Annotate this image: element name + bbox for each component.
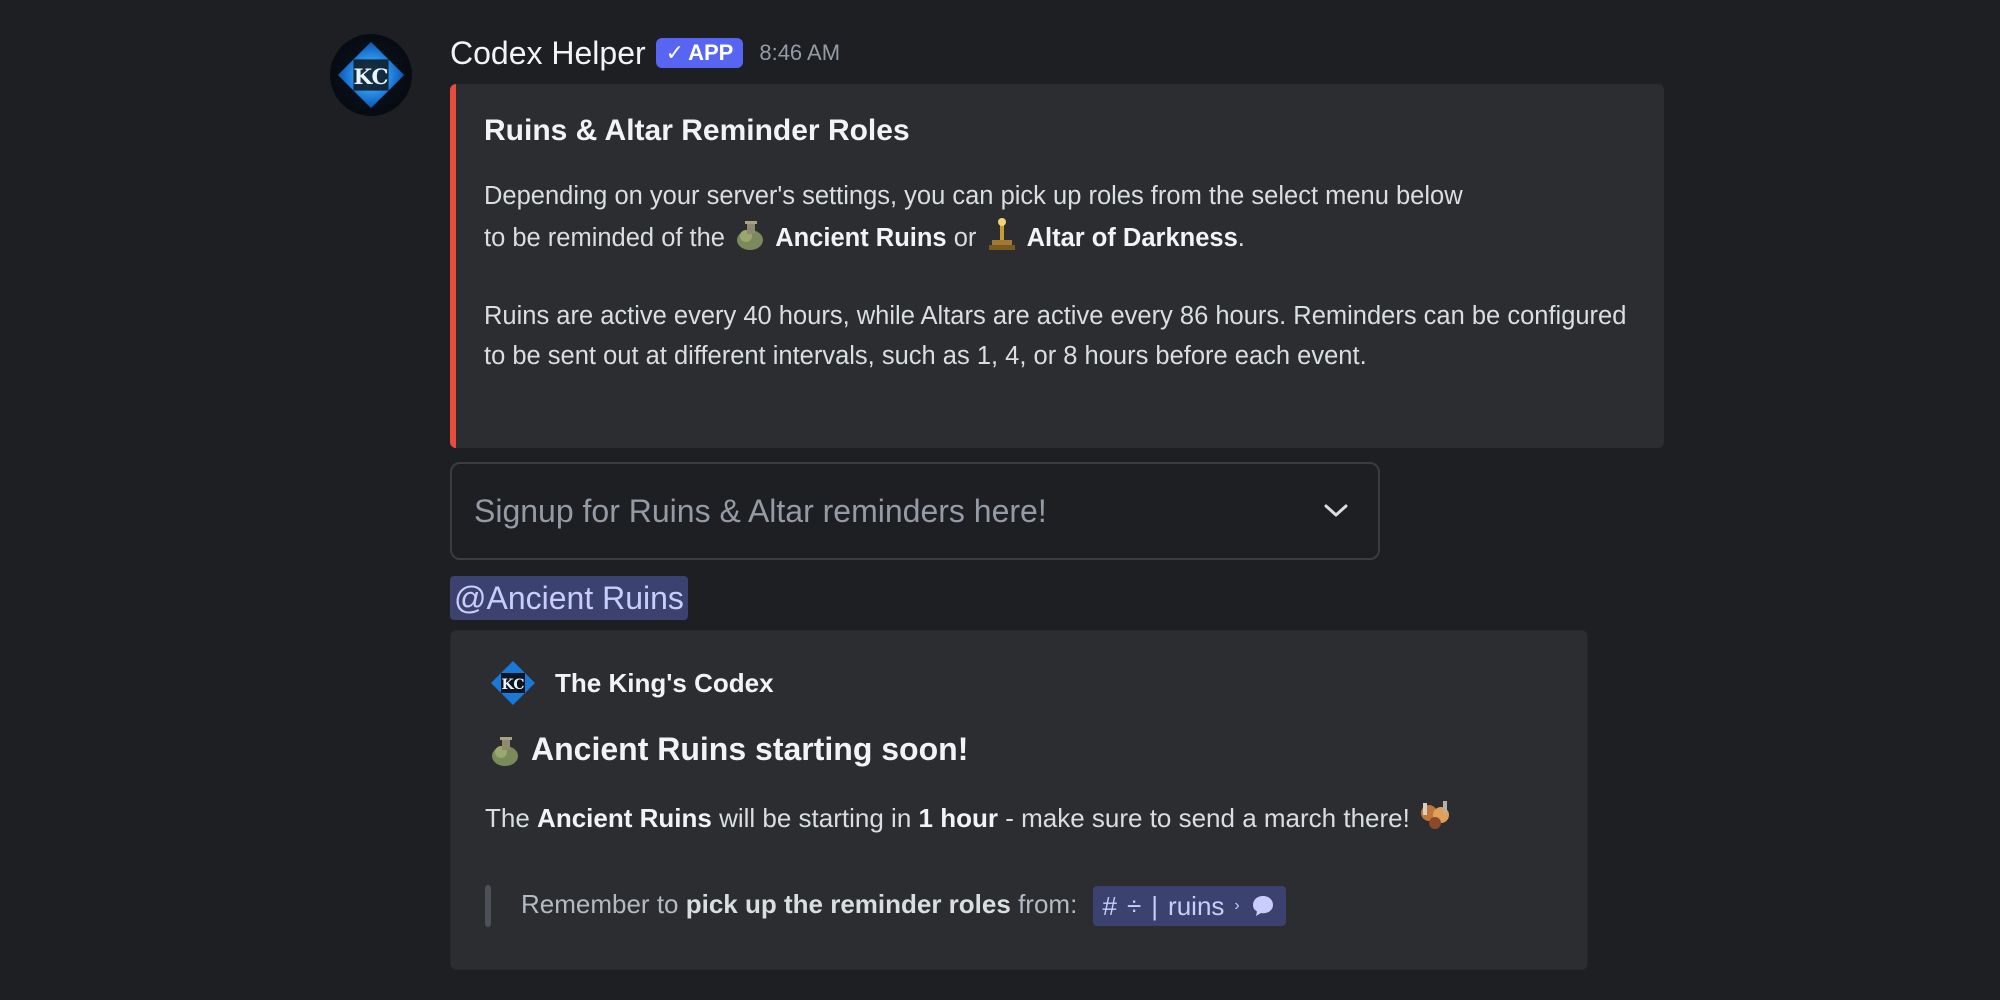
quote-bar bbox=[485, 885, 491, 927]
svg-text:KC: KC bbox=[502, 677, 525, 693]
embed-title: Ruins & Altar Reminder Roles bbox=[484, 114, 910, 147]
embed-description: Depending on your server's settings, you… bbox=[484, 176, 1634, 376]
embed-event-title: Ancient Ruins starting soon! bbox=[531, 731, 969, 767]
chevron-down-icon bbox=[1316, 491, 1356, 531]
altar-of-darkness-emoji-icon bbox=[988, 218, 1015, 250]
kc-diamond-logo-icon: KC bbox=[491, 661, 535, 705]
embed-author: KC The King's Codex bbox=[489, 659, 774, 707]
app-badge: ✓ APP bbox=[655, 38, 744, 68]
channel-link-ruins[interactable]: # ÷ | ruins › bbox=[1092, 886, 1286, 926]
discord-message-view: KC Codex Helper ✓ APP 8:46 AM Ruins & Al… bbox=[0, 0, 2000, 1000]
embed-or-text: or bbox=[953, 224, 977, 252]
channel-name: ruins bbox=[1168, 890, 1225, 921]
thread-bubble-icon bbox=[1252, 896, 1273, 916]
channel-divider-emoji: ÷ bbox=[1127, 890, 1142, 921]
channel-hash-icon: # bbox=[1102, 890, 1117, 921]
app-badge-label: APP bbox=[688, 40, 734, 65]
kc-diamond-logo-icon: KC bbox=[337, 41, 405, 109]
author-username[interactable]: Codex Helper bbox=[450, 35, 646, 72]
message-timestamp[interactable]: 8:46 AM bbox=[759, 40, 840, 66]
desc-mid: will be starting in bbox=[719, 803, 912, 833]
embed-period: . bbox=[1237, 224, 1245, 252]
ancient-ruins-emoji-icon bbox=[737, 221, 764, 250]
embed-desc-reminded-text: to be reminded of the bbox=[484, 224, 725, 252]
embed-desc-paragraph2: Ruins are active every 40 hours, while A… bbox=[484, 302, 1627, 370]
embed-desc-line2: to be reminded of the Ancient Ruins or A… bbox=[484, 216, 1634, 258]
quote-bold: pick up the reminder roles bbox=[685, 888, 1011, 919]
embed-ruins-name: Ancient Ruins bbox=[775, 224, 947, 252]
verified-check-icon: ✓ bbox=[665, 40, 685, 65]
embed-event-description: The Ancient Ruins will be starting in 1 … bbox=[485, 797, 1565, 838]
ancient-ruins-emoji-icon bbox=[492, 736, 518, 766]
desc-pre: The bbox=[485, 803, 530, 833]
role-mention-ancient-ruins[interactable]: @Ancient Ruins bbox=[450, 576, 688, 620]
desc-post: - make sure to send a march there! bbox=[1005, 803, 1410, 833]
embed-author-name[interactable]: The King's Codex bbox=[555, 668, 774, 699]
march-troops-emoji-icon bbox=[1421, 801, 1450, 829]
svg-text:KC: KC bbox=[353, 65, 388, 90]
select-placeholder: Signup for Ruins & Altar reminders here! bbox=[474, 492, 1047, 529]
channel-arrow-icon: › bbox=[1234, 897, 1240, 914]
embed-event-title-row: Ancient Ruins starting soon! bbox=[487, 731, 968, 768]
desc-bold-ruins: Ancient Ruins bbox=[537, 803, 712, 833]
channel-separator: | bbox=[1151, 890, 1159, 921]
blockquote: Remember to pick up the reminder roles f… bbox=[485, 883, 1286, 929]
bot-avatar[interactable]: KC bbox=[330, 34, 412, 116]
desc-bold-hour: 1 hour bbox=[918, 803, 998, 833]
message-header: Codex Helper ✓ APP 8:46 AM bbox=[450, 32, 840, 74]
ruins-starting-embed: KC The King's Codex Ancient Ruins starti… bbox=[450, 630, 1588, 970]
reminder-roles-embed: Ruins & Altar Reminder Roles Depending o… bbox=[450, 84, 1664, 448]
quote-post: from: bbox=[1018, 888, 1078, 919]
quote-pre: Remember to bbox=[521, 888, 679, 919]
reminder-role-select[interactable]: Signup for Ruins & Altar reminders here! bbox=[450, 462, 1380, 560]
embed-desc-line1: Depending on your server's settings, you… bbox=[484, 182, 1463, 210]
embed-altar-name: Altar of Darkness bbox=[1026, 224, 1238, 252]
quote-text: Remember to pick up the reminder roles f… bbox=[521, 886, 1286, 926]
